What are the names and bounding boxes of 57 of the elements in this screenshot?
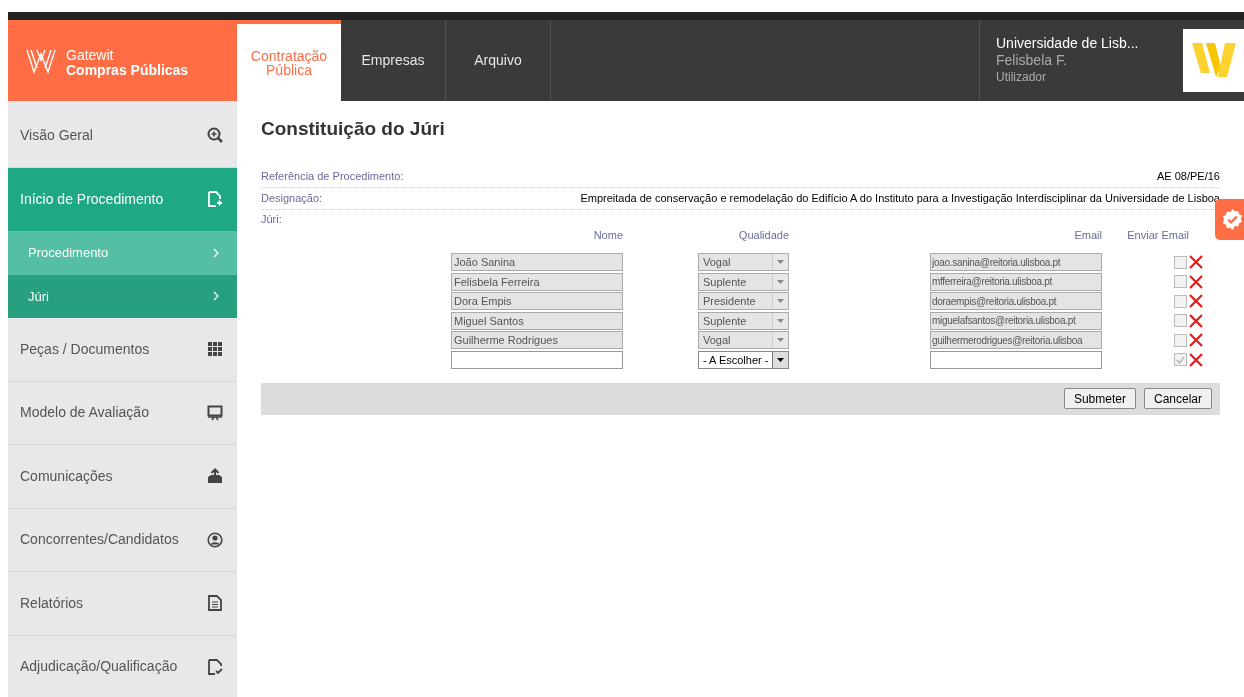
delete-icon[interactable]	[1189, 294, 1203, 309]
column-header: Email	[1073, 228, 1102, 244]
chevron-right-icon	[213, 247, 219, 258]
product-name: Compras Públicas	[66, 62, 189, 78]
sidebar-item-label: Júri	[28, 287, 49, 306]
dropdown-caret-icon	[777, 318, 784, 323]
sidebar-item-label: Início de Procedimento	[20, 189, 164, 209]
form-button[interactable]: Submeter	[1063, 388, 1136, 409]
w-logo-icon	[26, 47, 56, 74]
dropdown-caret-icon	[777, 260, 784, 265]
email-checkbox[interactable]	[1174, 353, 1187, 367]
document-check-icon	[207, 658, 223, 675]
field-label: Referência de Procedimento:	[261, 168, 404, 184]
chevron-right-icon	[213, 291, 219, 302]
user-name: Felisbela F.	[996, 52, 1068, 69]
field-value: AE 08/PE/16	[1157, 168, 1220, 184]
dropdown-caret-icon	[777, 357, 784, 362]
dropdown-caret-icon	[777, 299, 784, 304]
user-icon	[207, 531, 223, 548]
column-header: Nome	[592, 228, 623, 244]
delete-icon[interactable]	[1189, 352, 1203, 367]
delete-icon[interactable]	[1189, 255, 1203, 270]
sidebar-item-label: Adjudicação/Qualificação	[20, 657, 178, 677]
add-document-icon	[207, 191, 223, 208]
email-field[interactable]	[930, 350, 1102, 369]
delete-icon[interactable]	[1189, 274, 1203, 289]
column-header: Enviar Email	[1126, 228, 1189, 244]
delete-icon[interactable]	[1189, 333, 1203, 348]
user-role: Utilizador	[996, 69, 1047, 86]
presentation-board-icon	[207, 404, 223, 421]
sidebar-item-label: Concorrentes/Candidatos	[20, 530, 179, 550]
dropdown-caret-icon	[777, 338, 784, 343]
sidebar-subitem[interactable]: Júri	[8, 274, 237, 318]
quality-dropdown[interactable]: - A Escolher -	[698, 350, 789, 369]
field-value: Empreitada de conservação e remodelação do Edifício A do Instituto para a Investigação Interdisciplinar da Universidade de Lisboa	[580, 190, 1220, 206]
delete-icon[interactable]	[1189, 313, 1203, 328]
dropdown-caret-icon	[777, 279, 784, 284]
column-header: Qualidade	[737, 228, 789, 244]
form-button[interactable]: Cancelar	[1143, 388, 1212, 409]
sidebar-item-label: Relatórios	[20, 593, 84, 613]
document-icon	[207, 595, 223, 612]
upload-tray-icon	[207, 468, 223, 485]
sidebar-item-label: Modelo de Avaliação	[20, 403, 149, 423]
sidebar-item-label: Visão Geral	[20, 125, 93, 145]
checkmark-icon	[1176, 355, 1185, 364]
organization-name: Universidade de Lisb...	[996, 35, 1140, 52]
sidebar-item-label: Procedimento	[28, 244, 109, 262]
page-title: Constituição do Júri	[261, 117, 446, 141]
field-label: Designação:	[261, 190, 323, 206]
sidebar-item-label: Comunicações	[20, 466, 113, 486]
brand-name: Gatewit	[66, 47, 115, 63]
sidebar-item-label: Peças / Documentos	[20, 339, 150, 359]
field-label: Júri:	[261, 212, 283, 225]
zoom-in-icon	[207, 127, 223, 144]
name-field[interactable]	[451, 350, 623, 369]
badge-check-icon	[1221, 208, 1244, 231]
grid-icon	[207, 341, 223, 358]
